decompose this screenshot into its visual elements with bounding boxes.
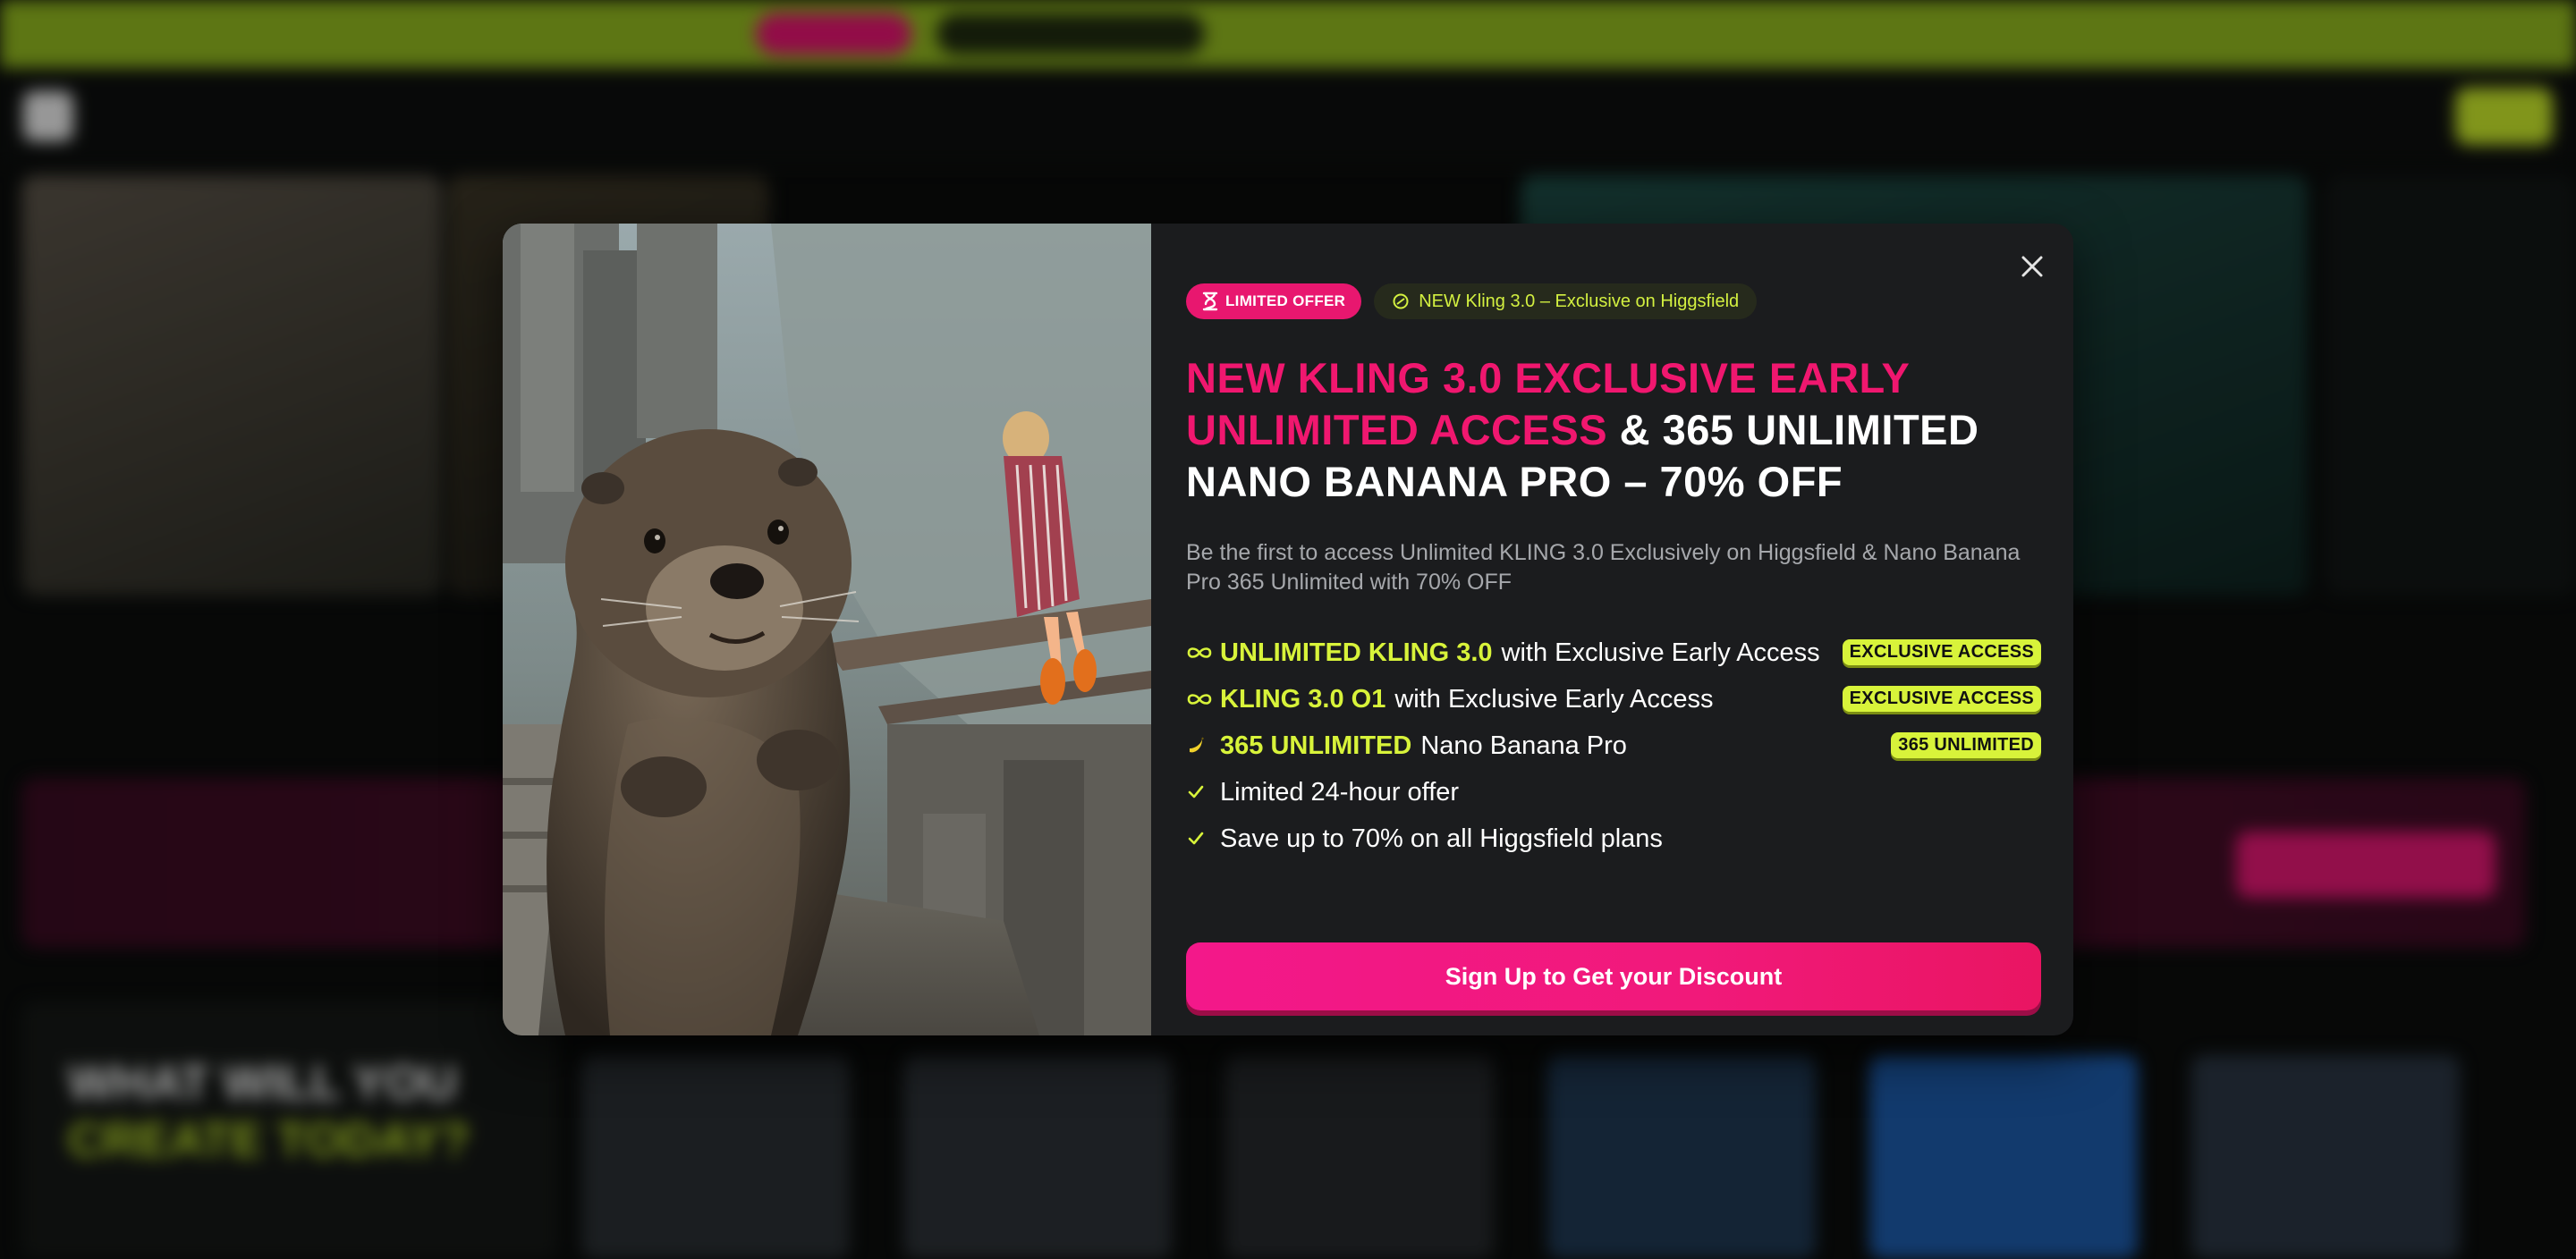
feature-tag: EXCLUSIVE ACCESS xyxy=(1842,639,2041,665)
feature-tag: 365 UNLIMITED xyxy=(1891,732,2041,758)
feature-text: with Exclusive Early Access xyxy=(1394,684,1714,714)
feature-text: Save up to 70% on all Higgsfield plans xyxy=(1220,824,1663,853)
close-button[interactable] xyxy=(2014,249,2050,284)
feature-text: Limited 24-hour offer xyxy=(1220,777,1460,807)
feature-text: with Exclusive Early Access xyxy=(1501,638,1820,667)
feature-highlight: 365 UNLIMITED xyxy=(1220,731,1412,760)
close-icon xyxy=(2021,256,2043,277)
otter-hero-image xyxy=(503,224,1151,1035)
feature-list: UNLIMITED KLING 3.0 with Exclusive Early… xyxy=(1186,630,2041,862)
feature-highlight: KLING 3.0 O1 xyxy=(1220,684,1386,714)
feature-item: Limited 24-hour offer xyxy=(1186,769,2041,815)
check-icon xyxy=(1186,782,1220,802)
feature-item: UNLIMITED KLING 3.0 with Exclusive Early… xyxy=(1186,630,2041,676)
feature-text: Nano Banana Pro xyxy=(1420,731,1627,760)
limited-offer-badge: LIMITED OFFER xyxy=(1186,283,1362,319)
infinity-icon xyxy=(1186,646,1220,660)
feature-item: Save up to 70% on all Higgsfield plans xyxy=(1186,815,2041,862)
signup-discount-button[interactable]: Sign Up to Get your Discount xyxy=(1186,942,2041,1010)
banana-icon xyxy=(1186,736,1220,756)
feature-item: 365 UNLIMITED Nano Banana Pro 365 UNLIMI… xyxy=(1186,722,2041,769)
offer-headline: NEW KLING 3.0 EXCLUSIVE EARLY UNLIMITED … xyxy=(1186,352,2041,508)
offer-content: LIMITED OFFER NEW Kling 3.0 – Exclusive … xyxy=(1186,283,2041,862)
offer-subtext: Be the first to access Unlimited KLING 3… xyxy=(1186,540,2021,595)
limited-offer-label: LIMITED OFFER xyxy=(1225,292,1346,309)
infinity-icon xyxy=(1186,692,1220,706)
feature-highlight: UNLIMITED KLING 3.0 xyxy=(1220,638,1493,667)
feature-item: KLING 3.0 O1 with Exclusive Early Access… xyxy=(1186,676,2041,722)
kling-logo-icon xyxy=(1393,293,1409,309)
new-kling-label: NEW Kling 3.0 – Exclusive on Higgsfield xyxy=(1419,291,1740,311)
badge-row: LIMITED OFFER NEW Kling 3.0 – Exclusive … xyxy=(1186,283,2041,320)
check-icon xyxy=(1186,829,1220,849)
offer-modal: LIMITED OFFER NEW Kling 3.0 – Exclusive … xyxy=(503,224,2073,1035)
new-kling-badge: NEW Kling 3.0 – Exclusive on Higgsfield xyxy=(1374,283,1758,319)
feature-tag: EXCLUSIVE ACCESS xyxy=(1842,686,2041,712)
hourglass-icon xyxy=(1202,292,1218,311)
